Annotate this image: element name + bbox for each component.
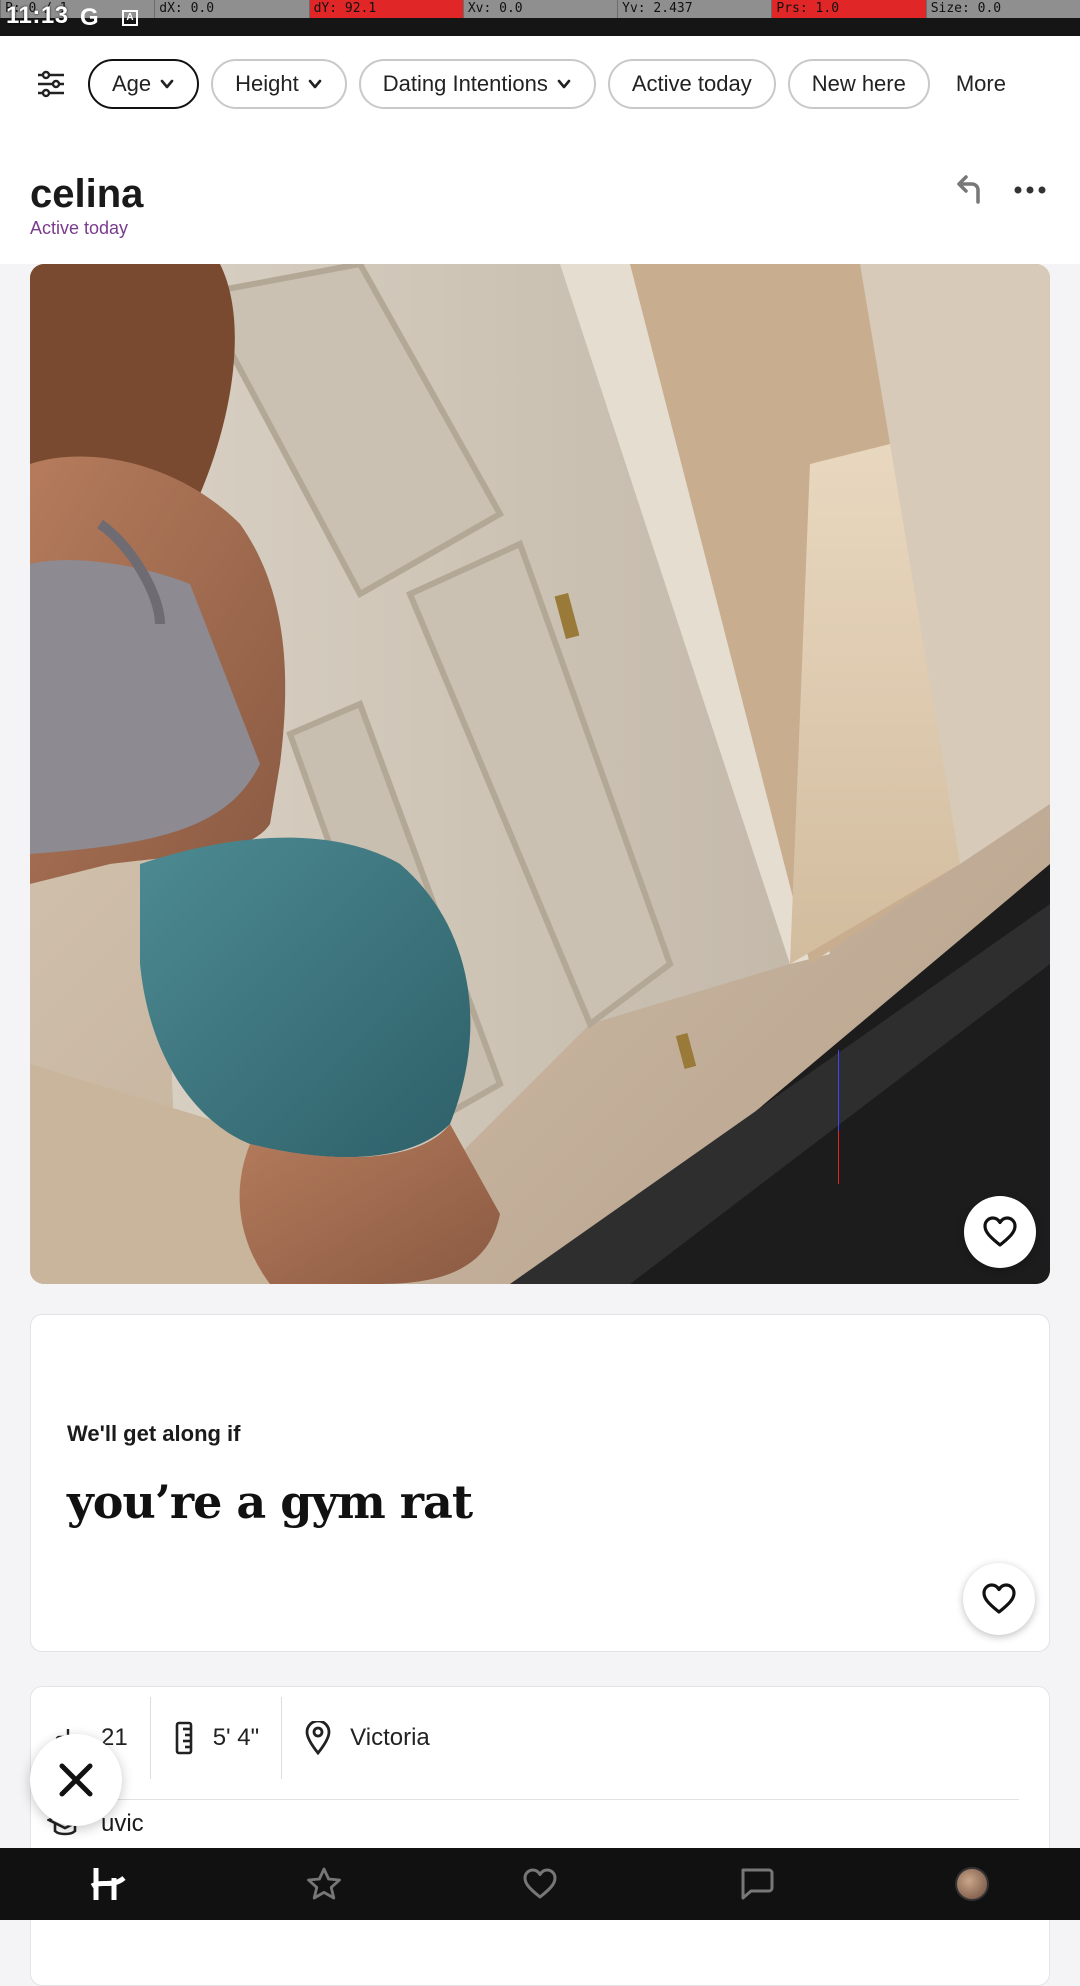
nav-home[interactable]: [78, 1854, 138, 1914]
location-pin-icon: [305, 1721, 331, 1755]
filter-chip-dating-intentions[interactable]: Dating Intentions: [358, 59, 596, 109]
like-prompt-button[interactable]: [963, 1563, 1035, 1635]
undo-icon[interactable]: [950, 172, 990, 208]
location-item: Victoria: [282, 1697, 452, 1779]
debug-cell: Yv: 2.437: [617, 0, 771, 18]
avatar: [955, 1867, 989, 1901]
filter-chip-label: New here: [811, 71, 906, 96]
school-value: uvic: [101, 1810, 144, 1837]
nav-profile[interactable]: [942, 1854, 1002, 1914]
bottom-navigation: [0, 1848, 1080, 1920]
height-item: 5' 4": [151, 1697, 283, 1779]
debug-cell: Xv: 0.0: [462, 0, 617, 18]
photo-illustration: [30, 264, 1050, 1284]
chat-icon: [741, 1868, 774, 1900]
chevron-down-icon: [308, 79, 322, 89]
google-icon: G: [80, 4, 99, 31]
hinge-logo-icon: [90, 1868, 126, 1900]
close-icon: [59, 1763, 93, 1797]
a-notification-icon: A: [122, 10, 138, 26]
filter-chip-label: Height: [235, 71, 299, 96]
profile-info-card: 21 5' 4" Victoria uvic: [30, 1686, 1050, 1986]
more-options-icon[interactable]: [1010, 176, 1050, 204]
pass-button[interactable]: [30, 1734, 122, 1826]
filter-chip-label: Dating Intentions: [382, 71, 548, 96]
status-time: 11:13: [6, 2, 69, 29]
status-bar: [0, 18, 1080, 36]
more-filters-button[interactable]: More: [941, 59, 1020, 109]
like-photo-button[interactable]: [964, 1196, 1036, 1268]
debug-cell: dX: 0.0: [154, 0, 308, 18]
prompt-card[interactable]: We'll get along if you’re a gym rat: [30, 1314, 1050, 1652]
sliders-icon[interactable]: [30, 63, 72, 105]
filter-chip-label: Active today: [631, 71, 752, 96]
debug-cell: dY: 92.1: [308, 0, 463, 18]
filter-chip-height[interactable]: Height: [211, 59, 347, 109]
heart-icon: [523, 1868, 557, 1899]
touch-trace: [838, 1050, 839, 1184]
nav-matches[interactable]: [726, 1854, 786, 1914]
filter-chip-age[interactable]: Age: [88, 59, 200, 109]
chevron-down-icon: [160, 79, 174, 89]
nav-likes[interactable]: [510, 1854, 570, 1914]
pointer-debug-bar: P: 0 / 1 dX: 0.0 dY: 92.1 Xv: 0.0 Yv: 2.437 P…: [0, 0, 1080, 18]
nav-standouts[interactable]: [294, 1854, 354, 1914]
info-divider: [53, 1799, 1019, 1800]
filter-chip-active-today[interactable]: Active today: [607, 59, 776, 109]
height-value: 5' 4": [212, 1724, 260, 1751]
profile-photo[interactable]: [30, 264, 1050, 1284]
prompt-answer: you’re a gym rat: [67, 1475, 473, 1529]
filter-chips: Age Height Dating Intentions Active today Ne…: [88, 59, 942, 109]
profile-header: celina Active today: [0, 132, 1080, 264]
star-icon: [307, 1867, 341, 1900]
debug-cell: Prs: 1.0: [771, 0, 926, 18]
filter-chip-label: Age: [112, 71, 152, 96]
filter-bar: Age Height Dating Intentions Active today Ne…: [0, 36, 1080, 132]
debug-cell: Size: 0.0: [925, 0, 1080, 18]
activity-status: Active today: [30, 218, 129, 238]
profile-name: celina: [30, 172, 144, 216]
location-value: Victoria: [350, 1724, 430, 1751]
ruler-icon: [175, 1721, 193, 1755]
prompt-question: We'll get along if: [67, 1421, 241, 1446]
filter-chip-new-here[interactable]: New here: [787, 59, 930, 109]
chevron-down-icon: [557, 79, 571, 89]
